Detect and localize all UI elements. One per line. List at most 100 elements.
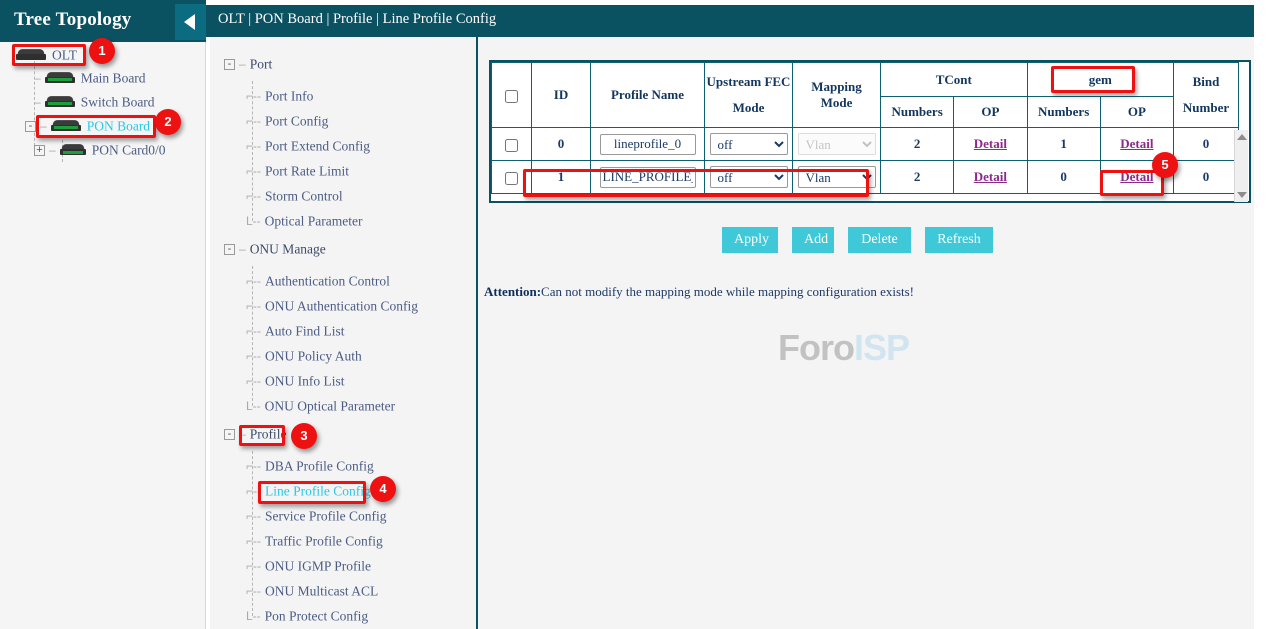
add-button[interactable]: Add	[792, 227, 834, 253]
menu-item-pon-protect-config[interactable]: L-- Pon Protect Config	[246, 607, 368, 629]
menu-item-onu-igmp-profile[interactable]: ⌐-- ONU IGMP Profile	[246, 557, 371, 579]
menu-item-traffic-profile-config[interactable]: ⌐-- Traffic Profile Config	[246, 532, 383, 554]
menu-dash: ⌐--	[246, 509, 261, 523]
menu-item-line-profile-config[interactable]: ⌐-- Line Profile Config	[246, 482, 371, 504]
profile-name-input[interactable]	[600, 134, 696, 155]
delete-button[interactable]: Delete	[848, 227, 911, 253]
attention-text: Can not modify the mapping mode while ma…	[541, 284, 914, 299]
table-header-row-group: ID Profile Name Upstream FEC Mode Mappin…	[492, 63, 1239, 97]
menu-item-authentication-control[interactable]: ⌐-- Authentication Control	[246, 272, 390, 294]
upstream-fec-mode-select[interactable]: off	[710, 133, 788, 155]
attention-notice: Attention:Can not modify the mapping mod…	[484, 284, 914, 300]
menu-item-port-rate-limit[interactable]: ⌐-- Port Rate Limit	[246, 162, 349, 184]
table-row[interactable]: 1 off	[492, 161, 1239, 194]
menu-dash: ⌐--	[246, 584, 261, 598]
mapping-mode-select[interactable]: Vlan	[798, 166, 876, 188]
cell-id: 1	[532, 161, 591, 194]
refresh-button[interactable]: Refresh	[925, 227, 993, 253]
menu-item-onu-policy-auth[interactable]: ⌐-- ONU Policy Auth	[246, 347, 362, 369]
menu-item-label: DBA Profile Config	[265, 458, 374, 473]
menu-item-label: Port Info	[265, 88, 313, 103]
menu-item-label: ONU Optical Parameter	[265, 398, 395, 413]
select-all-checkbox[interactable]	[505, 90, 518, 103]
menu-item-port-info[interactable]: ⌐-- Port Info	[246, 87, 313, 109]
cell-mapping-mode: Vlan	[793, 128, 881, 161]
menu-dash: ⌐--	[246, 89, 261, 103]
sidebar-header: Tree Topology	[0, 0, 206, 42]
cell-gem-numbers: 0	[1027, 161, 1100, 194]
apply-button[interactable]: Apply	[722, 227, 778, 253]
menu-group-profile[interactable]: - – Profile	[224, 425, 286, 447]
cell-tcont-op: Detail	[954, 161, 1027, 194]
device-board-icon	[45, 96, 75, 109]
gem-detail-link[interactable]: Detail	[1120, 169, 1153, 184]
menu-group-onu-manage[interactable]: - – ONU Manage	[224, 240, 326, 262]
cell-tcont-op: Detail	[954, 128, 1027, 161]
menu-item-auto-find-list[interactable]: ⌐-- Auto Find List	[246, 322, 345, 344]
mapping-mode-select: Vlan	[798, 133, 876, 155]
menu-item-label: Port Config	[265, 113, 328, 128]
tree-item-main-board[interactable]: – Main Board	[34, 69, 146, 91]
menu-collapse-icon[interactable]: -	[224, 59, 235, 70]
select-all-header	[492, 63, 532, 128]
menu-item-label: Service Profile Config	[265, 508, 386, 523]
tree-item-pon-card[interactable]: + – PON Card0/0	[34, 141, 166, 163]
cell-mapping-mode: Vlan	[793, 161, 881, 194]
menu-dash: ⌐--	[246, 139, 261, 153]
tcont-detail-link[interactable]: Detail	[974, 136, 1007, 151]
menu-item-label: Port Rate Limit	[265, 163, 349, 178]
tree-expander-collapse-icon[interactable]: -	[25, 121, 36, 132]
menu-dash: ⌐--	[246, 274, 261, 288]
row-checkbox[interactable]	[505, 172, 518, 185]
header-upstream-fec-mode: Upstream FEC Mode	[705, 63, 793, 128]
work-area: ID Profile Name Upstream FEC Mode Mappin…	[480, 37, 1254, 629]
menu-collapse-icon[interactable]: -	[224, 244, 235, 255]
menu-item-onu-info-list[interactable]: ⌐-- ONU Info List	[246, 372, 345, 394]
menu-item-storm-control[interactable]: ⌐-- Storm Control	[246, 187, 343, 209]
gem-detail-link[interactable]: Detail	[1120, 136, 1153, 151]
content-area: OLT | PON Board | Profile | Line Profile…	[206, 0, 1286, 629]
menu-item-onu-optical-parameter[interactable]: L-- ONU Optical Parameter	[246, 397, 395, 419]
row-checkbox[interactable]	[505, 139, 518, 152]
menu-item-service-profile-config[interactable]: ⌐-- Service Profile Config	[246, 507, 386, 529]
menu-collapse-icon[interactable]: -	[224, 429, 235, 440]
tree-dash: –	[34, 71, 41, 85]
tree-item-label: PON Board	[87, 118, 150, 133]
tree-dash: –	[34, 95, 41, 109]
menu-item-label: Storm Control	[265, 188, 343, 203]
triangle-up-icon[interactable]	[1237, 134, 1247, 140]
breadcrumb: OLT | PON Board | Profile | Line Profile…	[218, 11, 496, 28]
menu-item-dba-profile-config[interactable]: ⌐-- DBA Profile Config	[246, 457, 374, 479]
menu-item-port-extend-config[interactable]: ⌐-- Port Extend Config	[246, 137, 370, 159]
menu-item-onu-authentication-config[interactable]: ⌐-- ONU Authentication Config	[246, 297, 418, 319]
tree-expander-expand-icon[interactable]: +	[34, 145, 45, 156]
triangle-down-icon[interactable]	[1237, 192, 1247, 198]
header-bind-line1: Bind	[1175, 74, 1237, 90]
menu-group-port[interactable]: - – Port	[224, 55, 272, 77]
upstream-fec-mode-select[interactable]: off	[710, 166, 788, 188]
sidebar-collapse-button[interactable]	[175, 4, 206, 40]
table-vertical-scrollbar[interactable]	[1234, 130, 1248, 202]
line-profile-table: ID Profile Name Upstream FEC Mode Mappin…	[491, 62, 1239, 194]
menu-item-optical-parameter[interactable]: L-- Optical Parameter	[246, 212, 363, 234]
menu-item-label: Pon Protect Config	[265, 608, 369, 623]
menu-item-onu-multicast-acl[interactable]: ⌐-- ONU Multicast ACL	[246, 582, 378, 604]
tree-item-label: Main Board	[81, 70, 146, 85]
menu-item-port-config[interactable]: ⌐-- Port Config	[246, 112, 328, 134]
profile-name-input[interactable]	[600, 167, 696, 188]
watermark-part2: ISP	[854, 327, 909, 368]
tcont-detail-link[interactable]: Detail	[974, 169, 1007, 184]
tree-item-label: PON Card0/0	[92, 142, 166, 157]
header-mapping-mode: Mapping Mode	[793, 63, 881, 128]
table-row[interactable]: 0 off	[492, 128, 1239, 161]
menu-item-label: ONU Authentication Config	[265, 298, 418, 313]
header-tcont-numbers: Numbers	[881, 97, 954, 128]
tree-item-olt[interactable]: OLT	[16, 46, 77, 68]
device-board-icon	[45, 72, 75, 85]
line-profile-table-container: ID Profile Name Upstream FEC Mode Mappin…	[489, 60, 1251, 203]
menu-dash: –	[239, 242, 246, 256]
menu-item-label: ONU Policy Auth	[265, 348, 362, 363]
attention-label: Attention:	[484, 284, 541, 299]
tree-item-switch-board[interactable]: – Switch Board	[34, 93, 155, 115]
tree-item-pon-board[interactable]: - – PON Board	[25, 117, 150, 139]
